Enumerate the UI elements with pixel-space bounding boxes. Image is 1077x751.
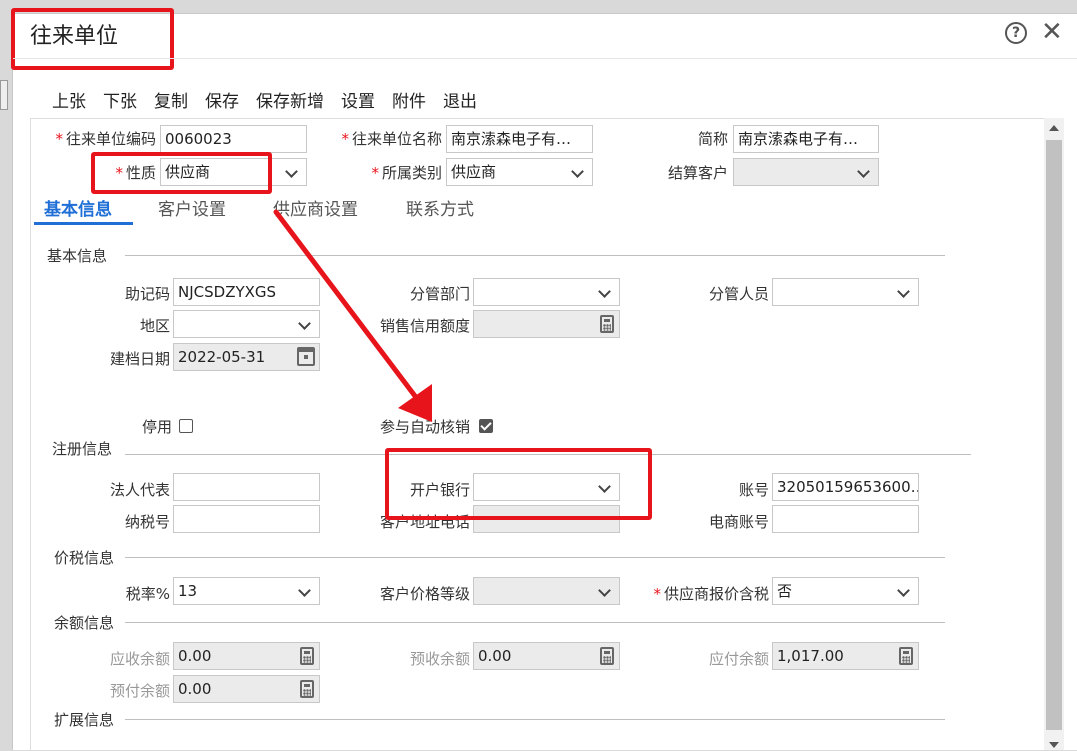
annotation-arrow <box>273 209 432 422</box>
arrow-shaft <box>273 209 421 403</box>
arrow-head <box>398 384 432 422</box>
